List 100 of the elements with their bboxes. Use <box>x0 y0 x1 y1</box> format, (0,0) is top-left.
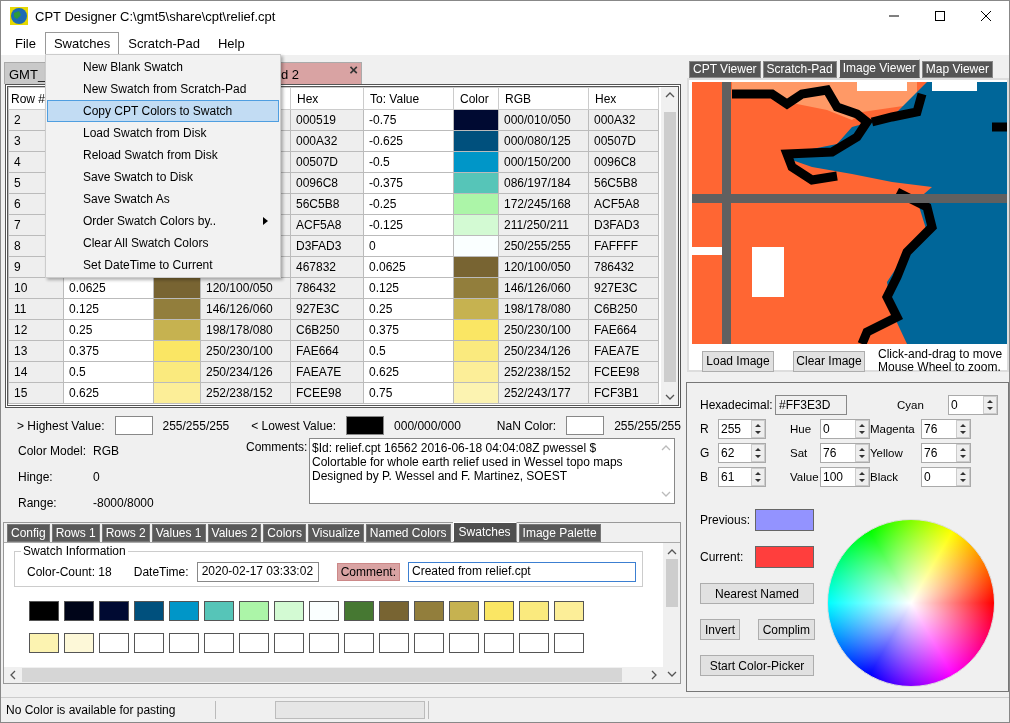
spin-arrows-icon[interactable] <box>855 420 869 438</box>
number-spinner[interactable]: 255 <box>718 419 766 439</box>
color-swatch[interactable] <box>346 416 385 435</box>
spin-arrows-icon[interactable] <box>855 444 869 462</box>
color-swatch[interactable] <box>29 601 59 621</box>
tab[interactable]: Swatches <box>452 522 517 542</box>
number-spinner[interactable]: 0 <box>948 395 998 415</box>
color-swatch[interactable] <box>566 416 605 435</box>
column-header[interactable]: Hex <box>588 87 659 110</box>
number-spinner[interactable]: 76 <box>921 443 971 463</box>
number-spinner[interactable]: 62 <box>718 443 766 463</box>
scroll-left-icon[interactable] <box>10 670 16 680</box>
column-header[interactable]: To: Value <box>363 87 454 110</box>
color-swatch[interactable] <box>449 601 479 621</box>
number-spinner[interactable]: 76 <box>921 419 971 439</box>
color-swatch[interactable] <box>99 601 129 621</box>
tab[interactable]: Image Viewer <box>838 59 920 78</box>
scroll-thumb[interactable] <box>663 112 676 382</box>
color-swatch[interactable] <box>204 601 234 621</box>
tab[interactable]: Values 1 <box>151 524 206 542</box>
spin-arrows-icon[interactable] <box>956 468 970 486</box>
column-header[interactable]: RGB <box>498 87 589 110</box>
scrollbar[interactable] <box>661 87 678 405</box>
tab[interactable]: Rows 1 <box>51 524 100 542</box>
empty-swatch[interactable] <box>379 633 409 653</box>
scroll-thumb[interactable] <box>665 559 678 607</box>
nearest-named-button[interactable]: Nearest Named <box>700 583 814 604</box>
scrollbar[interactable] <box>663 543 680 683</box>
spin-arrows-icon[interactable] <box>751 444 765 462</box>
tab[interactable]: Named Colors <box>365 524 451 542</box>
scroll-up-icon[interactable] <box>666 549 677 555</box>
color-swatch[interactable] <box>554 601 584 621</box>
number-spinner[interactable]: 0 <box>820 419 870 439</box>
empty-swatch[interactable] <box>134 633 164 653</box>
scroll-down-icon[interactable] <box>664 394 675 400</box>
empty-swatch[interactable] <box>239 633 269 653</box>
spin-arrows-icon[interactable] <box>751 468 765 486</box>
spin-arrows-icon[interactable] <box>983 396 997 414</box>
number-spinner[interactable]: 0 <box>921 467 971 487</box>
color-swatch[interactable] <box>64 601 94 621</box>
color-swatch[interactable] <box>379 601 409 621</box>
spin-arrows-icon[interactable] <box>956 444 970 462</box>
scroll-up-icon[interactable] <box>664 92 675 98</box>
empty-swatch[interactable] <box>519 633 549 653</box>
column-header[interactable]: Color <box>453 87 499 110</box>
color-swatch[interactable] <box>519 601 549 621</box>
color-swatch[interactable] <box>309 601 339 621</box>
empty-swatch[interactable] <box>309 633 339 653</box>
tab[interactable]: Rows 2 <box>101 524 150 542</box>
menu-item[interactable]: Copy CPT Colors to Swatch <box>47 100 279 122</box>
complement-button[interactable]: Complim <box>757 619 815 640</box>
color-swatch[interactable] <box>134 601 164 621</box>
color-swatch[interactable] <box>169 601 199 621</box>
tab[interactable]: Map Viewer <box>921 61 993 78</box>
color-swatch[interactable] <box>114 416 153 435</box>
scroll-down-icon[interactable] <box>666 671 677 677</box>
spin-arrows-icon[interactable] <box>855 468 869 486</box>
color-swatch[interactable] <box>64 633 94 653</box>
close-icon[interactable] <box>980 10 992 22</box>
empty-swatch[interactable] <box>99 633 129 653</box>
number-spinner[interactable]: 61 <box>718 467 766 487</box>
color-swatch[interactable] <box>414 601 444 621</box>
empty-swatch[interactable] <box>554 633 584 653</box>
tab[interactable]: Scratch-Pad <box>762 61 837 78</box>
scroll-thumb[interactable] <box>22 668 622 682</box>
number-spinner[interactable]: 76 <box>820 443 870 463</box>
color-swatch[interactable] <box>484 601 514 621</box>
tab[interactable]: Visualize <box>308 524 364 542</box>
menu-item[interactable]: Help <box>208 31 254 55</box>
empty-swatch[interactable] <box>344 633 374 653</box>
empty-swatch[interactable] <box>484 633 514 653</box>
datetime-field[interactable]: 2020-02-17 03:33:02 <box>196 562 319 582</box>
color-picker-button[interactable]: Start Color-Picker <box>700 655 814 676</box>
column-header[interactable]: Hex <box>290 87 364 110</box>
image-button[interactable]: Clear Image <box>793 350 865 372</box>
color-swatch[interactable] <box>29 633 59 653</box>
maximize-icon[interactable] <box>934 10 946 22</box>
color-swatch[interactable] <box>274 601 304 621</box>
scrollbar[interactable] <box>4 667 663 683</box>
empty-swatch[interactable] <box>169 633 199 653</box>
hex-field[interactable]: #FF3E3D <box>775 395 847 415</box>
empty-swatch[interactable] <box>204 633 234 653</box>
comment-field[interactable]: Created from relief.cpt <box>408 562 636 582</box>
menu-item[interactable]: Swatches <box>44 31 120 55</box>
invert-button[interactable]: Invert <box>700 619 740 640</box>
number-spinner[interactable]: 100 <box>820 467 870 487</box>
tab[interactable]: Config <box>7 524 50 542</box>
menu-item[interactable]: File <box>6 31 45 55</box>
image-button[interactable]: Load Image <box>702 350 774 372</box>
scroll-right-icon[interactable] <box>651 670 657 680</box>
tab[interactable]: Image Palette <box>518 524 601 542</box>
empty-swatch[interactable] <box>414 633 444 653</box>
tab[interactable]: Colors <box>263 524 307 542</box>
menu-item[interactable]: Scratch-Pad <box>119 31 209 55</box>
color-swatch[interactable] <box>239 601 269 621</box>
spin-arrows-icon[interactable] <box>751 420 765 438</box>
spin-arrows-icon[interactable] <box>956 420 970 438</box>
empty-swatch[interactable] <box>449 633 479 653</box>
tab[interactable]: Values 2 <box>207 524 262 542</box>
empty-swatch[interactable] <box>274 633 304 653</box>
